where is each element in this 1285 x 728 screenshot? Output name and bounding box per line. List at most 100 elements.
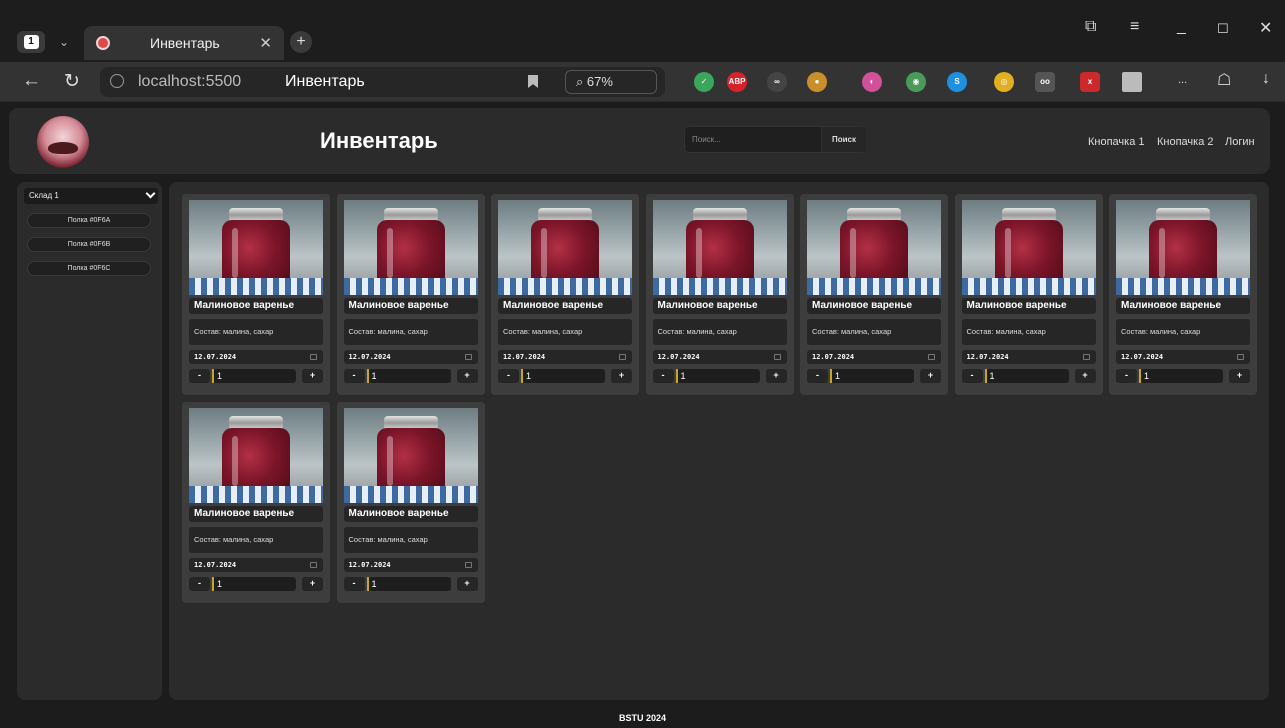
- decrement-button[interactable]: -: [343, 369, 365, 383]
- reading-list-icon[interactable]: ≡: [1130, 18, 1139, 36]
- calendar-icon[interactable]: [464, 562, 472, 568]
- increment-button[interactable]: +: [456, 577, 478, 591]
- reader-ext-icon[interactable]: oo: [1035, 72, 1055, 92]
- product-date-field[interactable]: 12.07.2024: [343, 558, 478, 572]
- download-icon[interactable]: ↓: [1262, 70, 1270, 88]
- decrement-button[interactable]: -: [1116, 369, 1137, 383]
- quantity-input[interactable]: 1: [366, 577, 451, 591]
- back-icon[interactable]: ←: [22, 70, 41, 92]
- decrement-button[interactable]: -: [498, 369, 519, 383]
- bookmark-icon[interactable]: [528, 75, 538, 88]
- url-field[interactable]: localhost:5500 Инвентарь ⌕ 67%: [100, 67, 665, 97]
- reload-icon[interactable]: ↻: [64, 70, 80, 93]
- product-grid: Малиновое варенье Состав: малина, сахар 12…: [169, 182, 1269, 700]
- nav-link-login[interactable]: Логин: [1225, 136, 1255, 148]
- quantity-input[interactable]: 1: [830, 369, 914, 383]
- decrement-button[interactable]: -: [961, 369, 983, 383]
- maximize-icon[interactable]: ☐: [1217, 21, 1229, 37]
- close-window-icon[interactable]: ✕: [1259, 18, 1272, 38]
- decrement-button[interactable]: -: [652, 369, 674, 383]
- product-card[interactable]: Малиновое варенье Состав: малина, сахар 12…: [1109, 194, 1257, 395]
- search-input[interactable]: [685, 127, 821, 152]
- product-card[interactable]: Малиновое варенье Состав: малина, сахар 12…: [645, 194, 794, 395]
- nav-link-button-1[interactable]: Кнопачка 1: [1088, 136, 1145, 148]
- tab-counter-button[interactable]: 1: [17, 31, 45, 53]
- collections-icon[interactable]: ⧉: [1085, 18, 1096, 36]
- new-tab-button[interactable]: +: [290, 31, 312, 53]
- increment-button[interactable]: +: [1074, 369, 1096, 383]
- product-date-field[interactable]: 12.07.2024: [1116, 350, 1250, 364]
- quantity-input[interactable]: 1: [212, 369, 296, 383]
- quantity-input[interactable]: 1: [366, 369, 451, 383]
- calendar-icon[interactable]: [1237, 354, 1244, 360]
- increment-button[interactable]: +: [302, 369, 323, 383]
- profile-icon[interactable]: ☖: [1217, 70, 1231, 90]
- increment-button[interactable]: +: [1229, 369, 1250, 383]
- quantity-input[interactable]: 1: [675, 369, 760, 383]
- calendar-icon[interactable]: [1082, 354, 1090, 360]
- increment-button[interactable]: +: [611, 369, 632, 383]
- product-card[interactable]: Малиновое варенье Состав: малина, сахар 12…: [491, 194, 639, 395]
- product-name: Малиновое варенье: [807, 298, 941, 314]
- product-date-field[interactable]: 12.07.2024: [961, 350, 1096, 364]
- color-ext-icon[interactable]: ◐: [862, 72, 882, 92]
- decrement-button[interactable]: -: [189, 577, 210, 591]
- quantity-input[interactable]: 1: [212, 577, 296, 591]
- product-date-field[interactable]: 12.07.2024: [343, 350, 478, 364]
- product-date-field[interactable]: 12.07.2024: [189, 558, 323, 572]
- product-date-field[interactable]: 12.07.2024: [498, 350, 632, 364]
- product-card[interactable]: Малиновое варенье Состав: малина, сахар 12…: [182, 402, 330, 603]
- red-x-ext-icon[interactable]: x: [1080, 72, 1100, 92]
- product-card[interactable]: Малиновое варенье Состав: малина, сахар 12…: [182, 194, 330, 395]
- product-date-field[interactable]: 12.07.2024: [807, 350, 941, 364]
- quantity-input[interactable]: 1: [1139, 369, 1223, 383]
- decrement-button[interactable]: -: [807, 369, 828, 383]
- sidebar-item-shelf-0f6a[interactable]: Полка #0F6A: [27, 213, 151, 228]
- quantity-input[interactable]: 1: [521, 369, 605, 383]
- qr-ext-icon[interactable]: [1122, 72, 1142, 92]
- logo[interactable]: [37, 116, 89, 168]
- glasses-ext-icon[interactable]: ∞: [767, 72, 787, 92]
- nav-link-button-2[interactable]: Кнопачка 2: [1157, 136, 1214, 148]
- chameleon-ext-icon[interactable]: ●: [807, 72, 827, 92]
- calendar-icon[interactable]: [928, 354, 935, 360]
- calendar-icon[interactable]: [310, 354, 317, 360]
- quantity-input[interactable]: 1: [984, 369, 1069, 383]
- product-card[interactable]: Малиновое варенье Состав: малина, сахар 12…: [954, 194, 1103, 395]
- product-card[interactable]: Малиновое варенье Состав: малина, сахар 12…: [336, 194, 485, 395]
- product-composition: Состав: малина, сахар: [498, 319, 632, 345]
- sidebar-item-shelf-0f6b[interactable]: Полка #0F6B: [27, 237, 151, 252]
- product-date: 12.07.2024: [194, 561, 237, 569]
- product-card[interactable]: Малиновое варенье Состав: малина, сахар 12…: [336, 402, 485, 603]
- decrement-button[interactable]: -: [189, 369, 210, 383]
- s-ext-icon[interactable]: S: [947, 72, 967, 92]
- site-info-icon[interactable]: [110, 74, 124, 88]
- green-ext-icon[interactable]: ◉: [906, 72, 926, 92]
- increment-button[interactable]: +: [456, 369, 478, 383]
- calendar-icon[interactable]: [310, 562, 317, 568]
- browser-tab-active[interactable]: Инвентарь ✕: [84, 26, 284, 60]
- product-date-field[interactable]: 12.07.2024: [652, 350, 787, 364]
- calendar-icon[interactable]: [464, 354, 472, 360]
- product-card[interactable]: Малиновое варенье Состав: малина, сахар 12…: [800, 194, 948, 395]
- shield-ext-icon[interactable]: ✓: [694, 72, 714, 92]
- extensions-overflow-label[interactable]: ...: [1178, 74, 1187, 86]
- yellow-ext-icon[interactable]: ◎: [994, 72, 1014, 92]
- warehouse-select[interactable]: Склад 1: [24, 188, 158, 204]
- tab-list-chevron-icon[interactable]: ⌄: [52, 31, 76, 53]
- search-button[interactable]: Поиск: [821, 127, 866, 152]
- sidebar-item-shelf-0f6c[interactable]: Полка #0F6C: [27, 261, 151, 276]
- close-tab-icon[interactable]: ✕: [259, 34, 272, 52]
- increment-button[interactable]: +: [765, 369, 787, 383]
- increment-button[interactable]: +: [920, 369, 941, 383]
- calendar-icon[interactable]: [773, 354, 781, 360]
- minimize-icon[interactable]: _: [1177, 18, 1186, 36]
- increment-button[interactable]: +: [302, 577, 323, 591]
- decrement-button[interactable]: -: [343, 577, 365, 591]
- calendar-icon[interactable]: [619, 354, 626, 360]
- zoom-indicator[interactable]: ⌕ 67%: [565, 70, 657, 94]
- product-name: Малиновое варенье: [652, 298, 787, 314]
- abp-ext-icon[interactable]: ABP: [727, 72, 747, 92]
- product-date-field[interactable]: 12.07.2024: [189, 350, 323, 364]
- page: Инвентарь Поиск Кнопачка 1 Кнопачка 2 Ло…: [0, 102, 1285, 728]
